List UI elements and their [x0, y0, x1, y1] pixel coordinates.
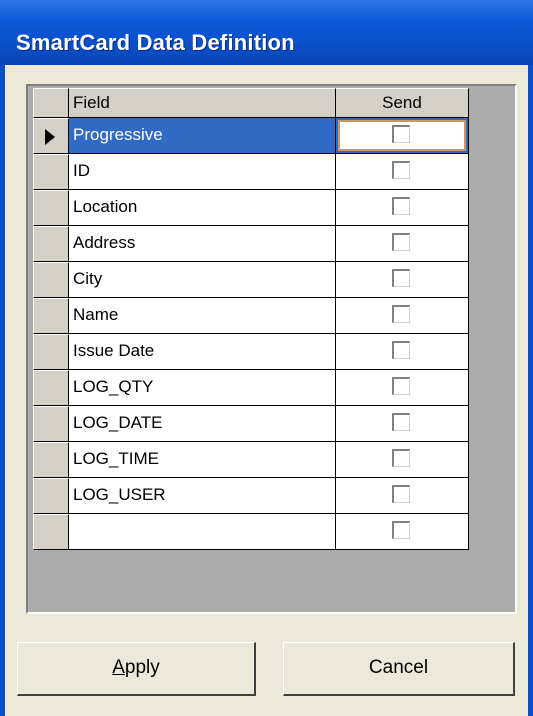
row-selector[interactable] — [33, 370, 69, 406]
dialog-client-area: Field Send Progressive ID Location Address C… — [5, 65, 528, 716]
row-selector[interactable] — [33, 226, 69, 262]
send-cell[interactable] — [336, 478, 469, 514]
grid-row[interactable]: City — [33, 262, 469, 298]
send-checkbox[interactable] — [392, 377, 410, 395]
grid-row[interactable]: Name — [33, 298, 469, 334]
field-name-cell[interactable]: LOG_USER — [69, 478, 336, 514]
send-checkbox[interactable] — [392, 161, 410, 179]
field-name-cell[interactable]: Location — [69, 190, 336, 226]
column-header-field[interactable]: Field — [69, 88, 336, 118]
send-cell[interactable] — [336, 514, 469, 550]
send-cell[interactable] — [336, 262, 469, 298]
send-cell[interactable] — [336, 226, 469, 262]
grid-row[interactable]: Address — [33, 226, 469, 262]
grid-row[interactable] — [33, 514, 469, 550]
column-header-send[interactable]: Send — [336, 88, 469, 118]
window-title: SmartCard Data Definition — [16, 30, 295, 55]
row-selector[interactable] — [33, 334, 69, 370]
dialog-window: SmartCard Data Definition Field Send Pro… — [0, 0, 533, 716]
send-checkbox[interactable] — [392, 197, 410, 215]
field-name-cell[interactable] — [69, 514, 336, 550]
data-grid: Field Send Progressive ID Location Address C… — [26, 84, 517, 614]
apply-accel-key: A — [112, 657, 125, 678]
send-checkbox[interactable] — [392, 305, 410, 323]
row-selector[interactable] — [33, 406, 69, 442]
row-selector[interactable] — [33, 442, 69, 478]
grid-row[interactable]: Location — [33, 190, 469, 226]
send-checkbox[interactable] — [392, 413, 410, 431]
row-selector[interactable] — [33, 190, 69, 226]
field-name-cell[interactable]: LOG_DATE — [69, 406, 336, 442]
grid-row[interactable]: LOG_TIME — [33, 442, 469, 478]
send-checkbox[interactable] — [392, 485, 410, 503]
grid-row[interactable]: LOG_USER — [33, 478, 469, 514]
row-selector[interactable] — [33, 154, 69, 190]
field-name-cell[interactable]: Name — [69, 298, 336, 334]
field-name-cell[interactable]: ID — [69, 154, 336, 190]
send-cell[interactable] — [336, 298, 469, 334]
field-name-cell[interactable]: Address — [69, 226, 336, 262]
title-bar[interactable]: SmartCard Data Definition — [0, 0, 533, 65]
send-checkbox[interactable] — [392, 269, 410, 287]
grid-row[interactable]: LOG_DATE — [33, 406, 469, 442]
field-name-cell[interactable]: Progressive — [69, 118, 336, 154]
header-corner-cell[interactable] — [33, 88, 69, 118]
row-selector[interactable] — [33, 262, 69, 298]
send-checkbox[interactable] — [392, 449, 410, 467]
send-checkbox[interactable] — [392, 521, 410, 539]
row-selector[interactable] — [33, 298, 69, 334]
send-cell[interactable] — [336, 334, 469, 370]
field-name-cell[interactable]: LOG_QTY — [69, 370, 336, 406]
send-cell[interactable] — [336, 154, 469, 190]
field-name-cell[interactable]: City — [69, 262, 336, 298]
send-checkbox[interactable] — [392, 125, 410, 143]
apply-button[interactable]: Apply — [17, 642, 256, 696]
field-name-cell[interactable]: Issue Date — [69, 334, 336, 370]
send-cell[interactable] — [336, 118, 469, 154]
field-name-cell[interactable]: LOG_TIME — [69, 442, 336, 478]
send-cell[interactable] — [336, 442, 469, 478]
current-row-arrow-icon — [45, 129, 55, 145]
grid-row[interactable]: Progressive — [33, 118, 469, 154]
send-checkbox[interactable] — [392, 341, 410, 359]
cancel-button[interactable]: Cancel — [283, 642, 515, 696]
grid-row[interactable]: LOG_QTY — [33, 370, 469, 406]
send-cell[interactable] — [336, 406, 469, 442]
send-checkbox[interactable] — [392, 233, 410, 251]
grid-row[interactable]: ID — [33, 154, 469, 190]
apply-label-rest: pply — [124, 657, 160, 678]
row-selector[interactable] — [33, 478, 69, 514]
row-selector[interactable] — [33, 514, 69, 550]
send-cell[interactable] — [336, 190, 469, 226]
row-selector[interactable] — [33, 118, 69, 154]
send-cell[interactable] — [336, 370, 469, 406]
window-frame-right — [528, 65, 533, 716]
grid-row[interactable]: Issue Date — [33, 334, 469, 370]
